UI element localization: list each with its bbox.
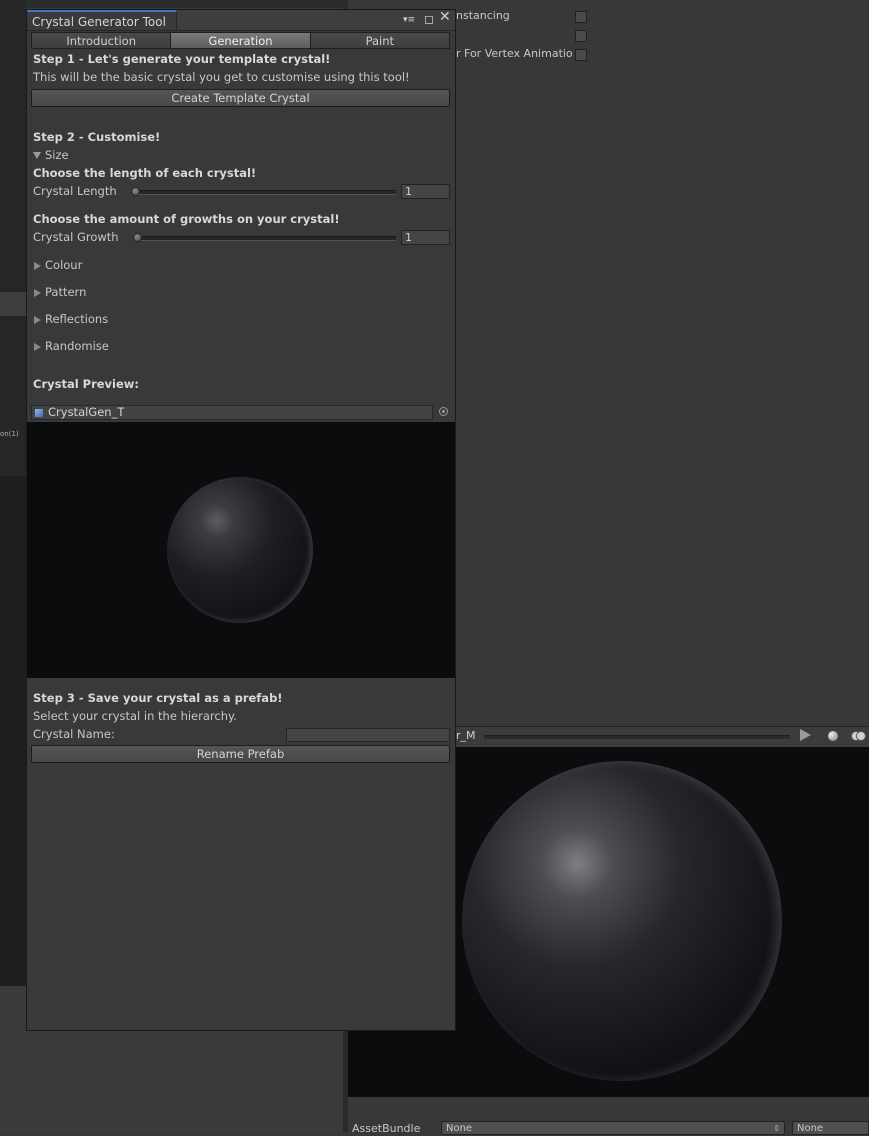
assetbundle-value: None bbox=[446, 1123, 473, 1134]
step3-heading: Step 3 - Save your crystal as a prefab! bbox=[33, 691, 283, 705]
preview-timeline-slider[interactable] bbox=[484, 735, 790, 739]
window-titlebar[interactable]: Crystal Generator Tool ▾≡ ◻ ✕ bbox=[27, 10, 455, 31]
maximize-icon[interactable]: ◻ bbox=[424, 13, 434, 25]
triangle-right-icon bbox=[34, 315, 41, 324]
top-toolbar-strip bbox=[0, 0, 343, 8]
chevron-updown-icon: ⇕ bbox=[773, 1124, 780, 1133]
window-title-tab[interactable]: Crystal Generator Tool bbox=[27, 10, 177, 30]
material-preview-name: r_M bbox=[456, 729, 476, 742]
object-picker-icon[interactable] bbox=[439, 407, 448, 416]
left-panel-header bbox=[0, 292, 26, 317]
step2-heading: Step 2 - Customise! bbox=[33, 130, 161, 144]
crystal-name-label: Crystal Name: bbox=[33, 727, 115, 741]
reflections-foldout[interactable]: Reflections bbox=[33, 312, 108, 326]
assetbundle-variant-select[interactable]: None bbox=[792, 1121, 869, 1135]
inspector-row-gpu-instancing: nstancing bbox=[456, 9, 510, 22]
inspector-row-2-checkbox[interactable] bbox=[575, 30, 587, 42]
crystal-growth-slider-handle[interactable] bbox=[133, 233, 142, 242]
crystal-object-field[interactable]: CrystalGen_T bbox=[31, 405, 433, 420]
assetbundle-select[interactable]: None ⇕ bbox=[441, 1121, 785, 1135]
play-icon[interactable] bbox=[800, 729, 811, 741]
colour-foldout-label: Colour bbox=[45, 258, 83, 272]
preview-sphere-icon[interactable] bbox=[828, 731, 838, 741]
triangle-right-icon bbox=[34, 261, 41, 270]
preview-heading: Crystal Preview: bbox=[33, 377, 140, 391]
vertex-animation-checkbox[interactable] bbox=[575, 49, 587, 61]
create-template-crystal-button[interactable]: Create Template Crystal bbox=[31, 89, 450, 107]
tool-tabs: Introduction Generation Paint bbox=[31, 32, 450, 49]
triangle-down-icon bbox=[33, 152, 41, 159]
size-foldout[interactable]: Size bbox=[33, 148, 69, 162]
length-prompt: Choose the length of each crystal! bbox=[33, 166, 257, 180]
gpu-instancing-checkbox[interactable] bbox=[575, 11, 587, 23]
pattern-foldout[interactable]: Pattern bbox=[33, 285, 86, 299]
randomise-foldout[interactable]: Randomise bbox=[33, 339, 109, 353]
size-foldout-label: Size bbox=[45, 148, 69, 162]
crystal-growth-field[interactable]: 1 bbox=[401, 230, 450, 245]
inspector-row-vertex-animation: r For Vertex Animatio bbox=[456, 47, 573, 60]
triangle-right-icon bbox=[34, 288, 41, 297]
preview-lights-icon[interactable] bbox=[851, 731, 866, 741]
prefab-icon bbox=[35, 409, 43, 417]
rename-prefab-button[interactable]: Rename Prefab bbox=[31, 745, 450, 763]
colour-foldout[interactable]: Colour bbox=[33, 258, 82, 272]
hierarchy-item-label[interactable]: on(1) bbox=[0, 430, 19, 438]
growth-prompt: Choose the amount of growths on your cry… bbox=[33, 212, 340, 226]
tab-paint[interactable]: Paint bbox=[310, 32, 450, 49]
crystal-preview-sphere bbox=[167, 477, 313, 623]
left-panel-dark-area bbox=[0, 476, 26, 986]
window-title: Crystal Generator Tool bbox=[32, 15, 166, 29]
step3-description: Select your crystal in the hierarchy. bbox=[33, 709, 237, 723]
crystal-growth-label: Crystal Growth bbox=[33, 230, 119, 244]
menu-icon[interactable]: ▾≡ bbox=[403, 14, 415, 26]
triangle-right-icon bbox=[34, 342, 41, 351]
crystal-length-slider-handle[interactable] bbox=[131, 187, 140, 196]
crystal-length-field[interactable]: 1 bbox=[401, 184, 450, 199]
pattern-foldout-label: Pattern bbox=[45, 285, 87, 299]
randomise-foldout-label: Randomise bbox=[45, 339, 109, 353]
crystal-preview-viewport[interactable] bbox=[27, 422, 455, 678]
close-icon[interactable]: ✕ bbox=[439, 10, 451, 24]
crystal-object-name: CrystalGen_T bbox=[48, 405, 125, 419]
crystal-generator-window: Crystal Generator Tool ▾≡ ◻ ✕ Introducti… bbox=[26, 9, 456, 1031]
tab-introduction[interactable]: Introduction bbox=[31, 32, 172, 49]
step1-heading: Step 1 - Let's generate your template cr… bbox=[33, 52, 331, 66]
assetbundle-label: AssetBundle bbox=[352, 1122, 421, 1135]
tab-generation[interactable]: Generation bbox=[171, 32, 311, 49]
assetbundle-variant-value: None bbox=[797, 1123, 824, 1134]
preview-sphere bbox=[462, 761, 782, 1081]
crystal-length-slider[interactable] bbox=[134, 190, 396, 195]
reflections-foldout-label: Reflections bbox=[45, 312, 109, 326]
step1-description: This will be the basic crystal you get t… bbox=[33, 70, 410, 84]
crystal-length-label: Crystal Length bbox=[33, 184, 117, 198]
crystal-name-input[interactable] bbox=[286, 728, 450, 742]
crystal-growth-slider[interactable] bbox=[137, 236, 396, 241]
